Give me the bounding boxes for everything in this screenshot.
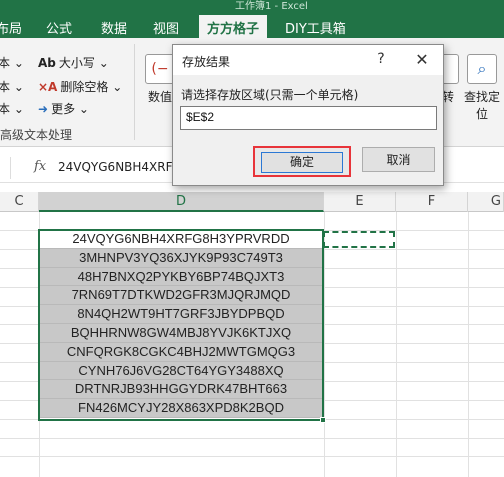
target-cell-e2-marquee[interactable] — [323, 231, 395, 248]
dialog-title-bar[interactable]: 存放结果 ? ✕ — [173, 45, 443, 75]
store-result-dialog: 存放结果 ? ✕ 请选择存放区域(只需一个单元格) $E$2 确定 取消 — [172, 44, 444, 186]
fill-handle[interactable] — [320, 417, 326, 423]
table-cell[interactable]: FN426MCYJY28X863XPD8K2BQD — [39, 399, 323, 418]
chevron-down-icon: ⌄ — [13, 56, 24, 70]
tab-fangfang[interactable]: 方方格子 — [199, 15, 268, 38]
column-header-g[interactable]: G — [468, 192, 504, 212]
ribbon-item-3[interactable]: 本 ⌄ — [0, 100, 24, 117]
tab-layout[interactable]: 布局 — [0, 18, 22, 37]
column-header-d[interactable]: D — [39, 192, 324, 212]
table-cell[interactable]: BQHHRNW8GW4MBJ8YVJK6KTJXQ — [39, 323, 323, 343]
close-icon[interactable]: ✕ — [413, 50, 431, 69]
dialog-title: 存放结果 — [182, 55, 231, 69]
case-button[interactable]: Ab 大小写 ⌄ — [38, 54, 109, 71]
name-box-divider — [10, 157, 11, 179]
find-locate-button[interactable]: ⌕ 查找定 位 — [462, 54, 502, 122]
chevron-down-icon: ⌄ — [98, 56, 109, 70]
window-title: 工作簿1 - Excel — [235, 1, 308, 12]
tab-data[interactable]: 数据 — [101, 18, 127, 37]
help-icon[interactable]: ? — [373, 51, 389, 67]
ok-button-label: 确定 — [261, 152, 343, 173]
tab-view[interactable]: 视图 — [153, 18, 179, 37]
ribbon-divider — [134, 44, 135, 140]
chevron-down-icon: ⌄ — [13, 102, 24, 116]
ribbon-item-2[interactable]: 本 ⌄ — [0, 78, 24, 95]
ribbon-tabs: 布局 公式 数据 视图 方方格子 DIY工具箱 — [0, 12, 504, 38]
selected-range[interactable]: 24VQYG6NBH4XRFG8H3YPRVRDD 3MHNPV3YQ36XJY… — [39, 230, 323, 418]
numeric-icon: (− — [145, 54, 175, 84]
column-header: C D E F G — [0, 192, 504, 212]
group-label-advanced-text: 高级文本处理 — [0, 128, 73, 142]
column-header-e[interactable]: E — [324, 192, 396, 212]
cancel-button[interactable]: 取消 — [362, 147, 435, 172]
table-cell[interactable]: 24VQYG6NBH4XRFG8H3YPRVRDD — [39, 230, 323, 249]
arrow-icon: ➜ — [38, 102, 49, 116]
magnifier-icon: ⌕ — [467, 54, 497, 84]
table-cell[interactable]: 7RN69T7DTKWD2GFR3MJQRJMQD — [39, 286, 323, 306]
remove-spaces-button[interactable]: ×A 删除空格 ⌄ — [38, 78, 122, 95]
range-input[interactable]: $E$2 — [180, 106, 437, 130]
ok-button[interactable]: 确定 — [253, 146, 351, 177]
table-cell[interactable]: CYNH76J6VG28CT64YGY3488XQ — [39, 361, 323, 381]
column-header-c[interactable]: C — [0, 192, 39, 212]
table-cell[interactable]: CNFQRGK8CGKC4BHJ2MWTGMQG3 — [39, 342, 323, 362]
fx-icon[interactable]: fx — [34, 159, 46, 174]
tab-diy-toolbox[interactable]: DIY工具箱 — [285, 18, 346, 37]
chevron-down-icon: ⌄ — [112, 80, 123, 94]
dialog-prompt: 请选择存放区域(只需一个单元格) — [181, 88, 359, 102]
formula-input[interactable]: 24VQYG6NBH4XRFG — [58, 160, 182, 174]
chevron-down-icon: ⌄ — [78, 102, 89, 116]
table-cell[interactable]: 48H7BNXQ2PYKBY6BP74BQJXT3 — [39, 267, 323, 287]
table-cell[interactable]: 3MHNPV3YQ36XJYK9P93C749T3 — [39, 248, 323, 268]
column-header-f[interactable]: F — [396, 192, 468, 212]
chevron-down-icon: ⌄ — [13, 80, 24, 94]
more-button[interactable]: ➜ 更多 ⌄ — [38, 100, 89, 117]
title-bar: 工作簿1 - Excel — [0, 0, 504, 12]
tab-formulas[interactable]: 公式 — [46, 18, 72, 37]
ribbon-item-1[interactable]: 本 ⌄ — [0, 54, 24, 71]
table-cell[interactable]: 8N4QH2WT9HT7GRF3JBYDPBQD — [39, 305, 323, 324]
case-icon: Ab — [38, 56, 56, 70]
remove-spaces-icon: ×A — [38, 80, 58, 94]
table-cell[interactable]: DRTNRJB93HHGGYDRK47BHT663 — [39, 380, 323, 400]
